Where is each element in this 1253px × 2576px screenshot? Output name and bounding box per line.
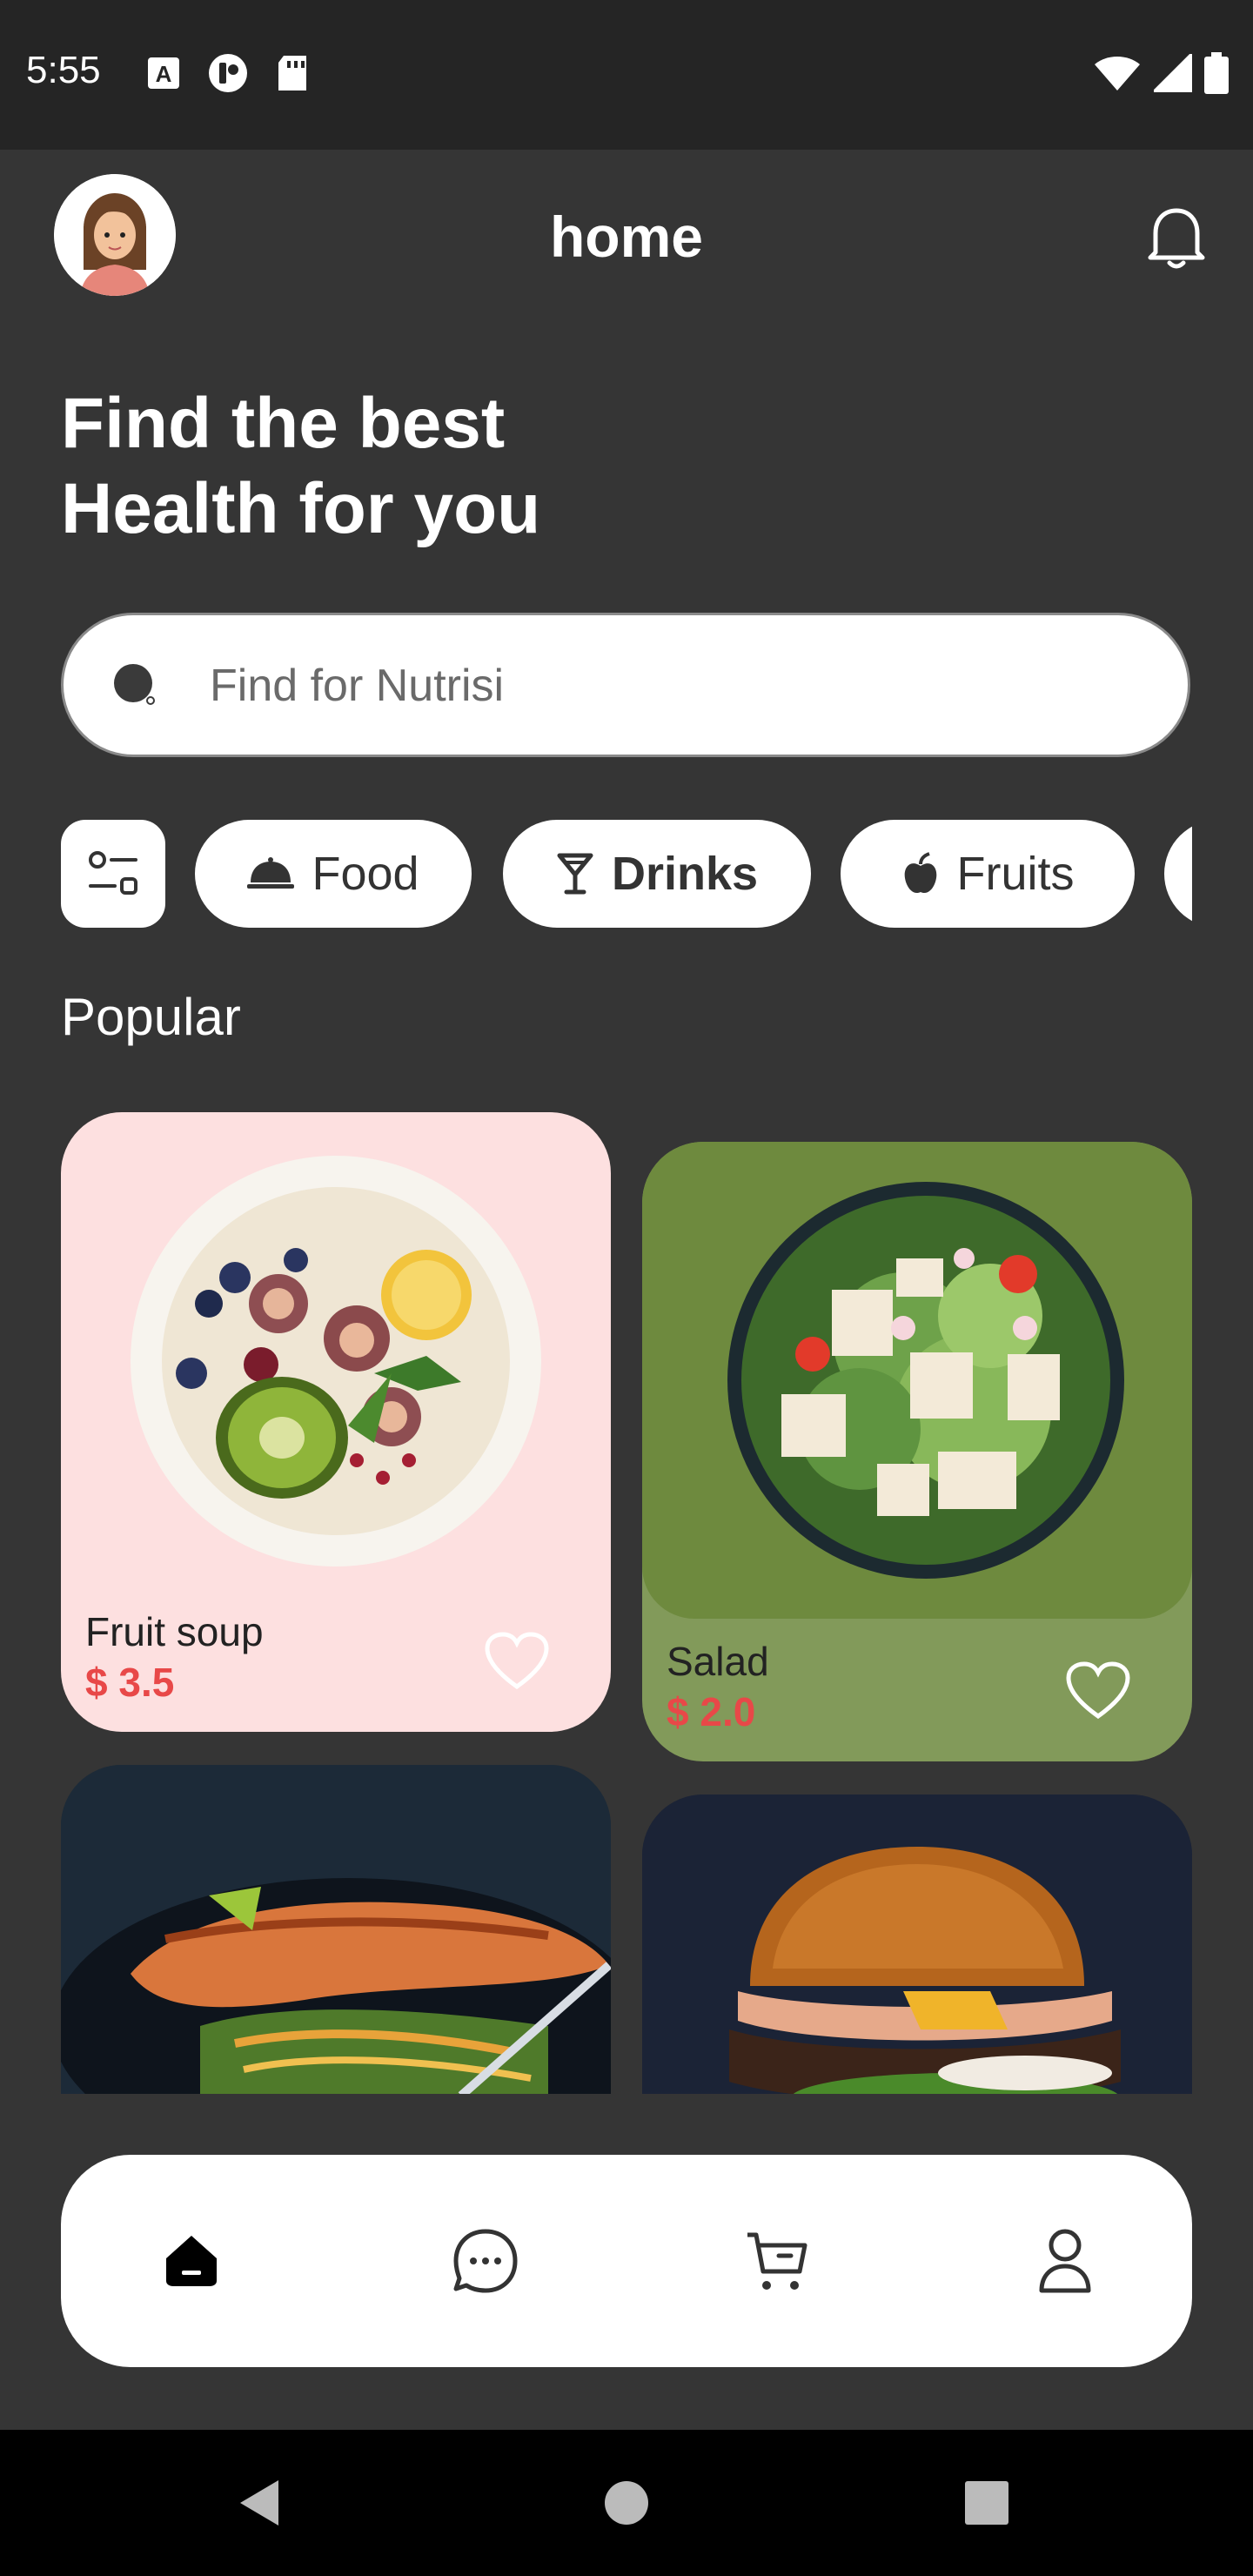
search-input[interactable]	[208, 650, 1134, 721]
svg-text:A: A	[156, 61, 172, 87]
product-card-fruit-soup[interactable]: Fruit soup $ 3.5	[61, 1112, 611, 1732]
home-circle-icon[interactable]	[600, 2477, 653, 2529]
nav-cart[interactable]	[741, 2226, 811, 2296]
nav-home[interactable]	[157, 2226, 226, 2296]
signal-icon	[1154, 54, 1192, 92]
filter-button[interactable]	[61, 820, 165, 928]
category-chips: Food Drinks Fruits	[61, 820, 1192, 928]
cart-icon	[747, 2232, 807, 2290]
home-icon	[166, 2236, 217, 2286]
category-label-drinks: Drinks	[611, 848, 759, 900]
app-header: home	[0, 150, 1253, 324]
battery-icon	[1204, 52, 1229, 94]
favorite-heart-icon[interactable]	[1065, 1660, 1131, 1721]
back-icon[interactable]	[235, 2477, 287, 2529]
wifi-icon	[1095, 57, 1140, 91]
bottom-nav	[61, 2155, 1192, 2367]
chat-icon	[453, 2229, 518, 2293]
apple-icon	[904, 852, 936, 894]
data-saver-icon	[209, 54, 247, 92]
favorite-heart-icon[interactable]	[484, 1631, 550, 1692]
a-box-icon: A	[148, 57, 179, 89]
category-chip-fruits[interactable]: Fruits	[841, 820, 1135, 928]
bell-icon[interactable]	[1143, 202, 1209, 272]
category-chip-food[interactable]: Food	[195, 820, 472, 928]
section-title-popular: Popular	[61, 988, 241, 1046]
salad-image	[642, 1142, 1192, 1619]
product-card-salad[interactable]: Salad $ 2.0	[642, 1142, 1192, 1761]
sd-card-icon	[278, 56, 306, 91]
category-chip-more[interactable]	[1164, 820, 1192, 928]
category-label-fruits: Fruits	[956, 848, 1075, 900]
filter-icon	[89, 851, 137, 895]
status-time: 5:55	[26, 49, 101, 91]
category-label-food: Food	[312, 848, 419, 900]
hero-line-2: Health for you	[61, 469, 541, 548]
product-name: Salad	[667, 1639, 769, 1684]
nav-chat[interactable]	[451, 2226, 520, 2296]
search-icon	[114, 664, 155, 705]
system-nav-bar	[0, 2430, 1253, 2576]
cloche-icon	[247, 857, 295, 889]
status-notification-icons: A	[146, 52, 310, 94]
product-card-burger[interactable]	[642, 1794, 1192, 2094]
product-name: Fruit soup	[85, 1609, 264, 1654]
nav-profile[interactable]	[1030, 2226, 1100, 2296]
burger-image	[642, 1794, 1192, 2094]
category-chip-drinks[interactable]: Drinks	[503, 820, 811, 928]
salmon-image	[61, 1765, 611, 2094]
search-bar[interactable]	[61, 613, 1190, 757]
fruit-soup-image	[131, 1156, 541, 1566]
page-title: home	[549, 205, 704, 269]
popular-grid: Fruit soup $ 3.5 Salad $ 2.0	[61, 1112, 1192, 2094]
profile-icon	[1039, 2229, 1091, 2293]
hero-line-1: Find the best	[61, 384, 506, 463]
product-card-salmon[interactable]	[61, 1765, 611, 2094]
status-bar: 5:55 A	[0, 0, 1253, 150]
product-price: $ 3.5	[85, 1660, 175, 1705]
status-system-icons	[1093, 52, 1229, 94]
cocktail-icon	[557, 853, 593, 895]
product-price: $ 2.0	[667, 1689, 756, 1734]
hero-headline: Find the best Health for you	[61, 381, 540, 552]
recents-icon[interactable]	[961, 2477, 1013, 2529]
